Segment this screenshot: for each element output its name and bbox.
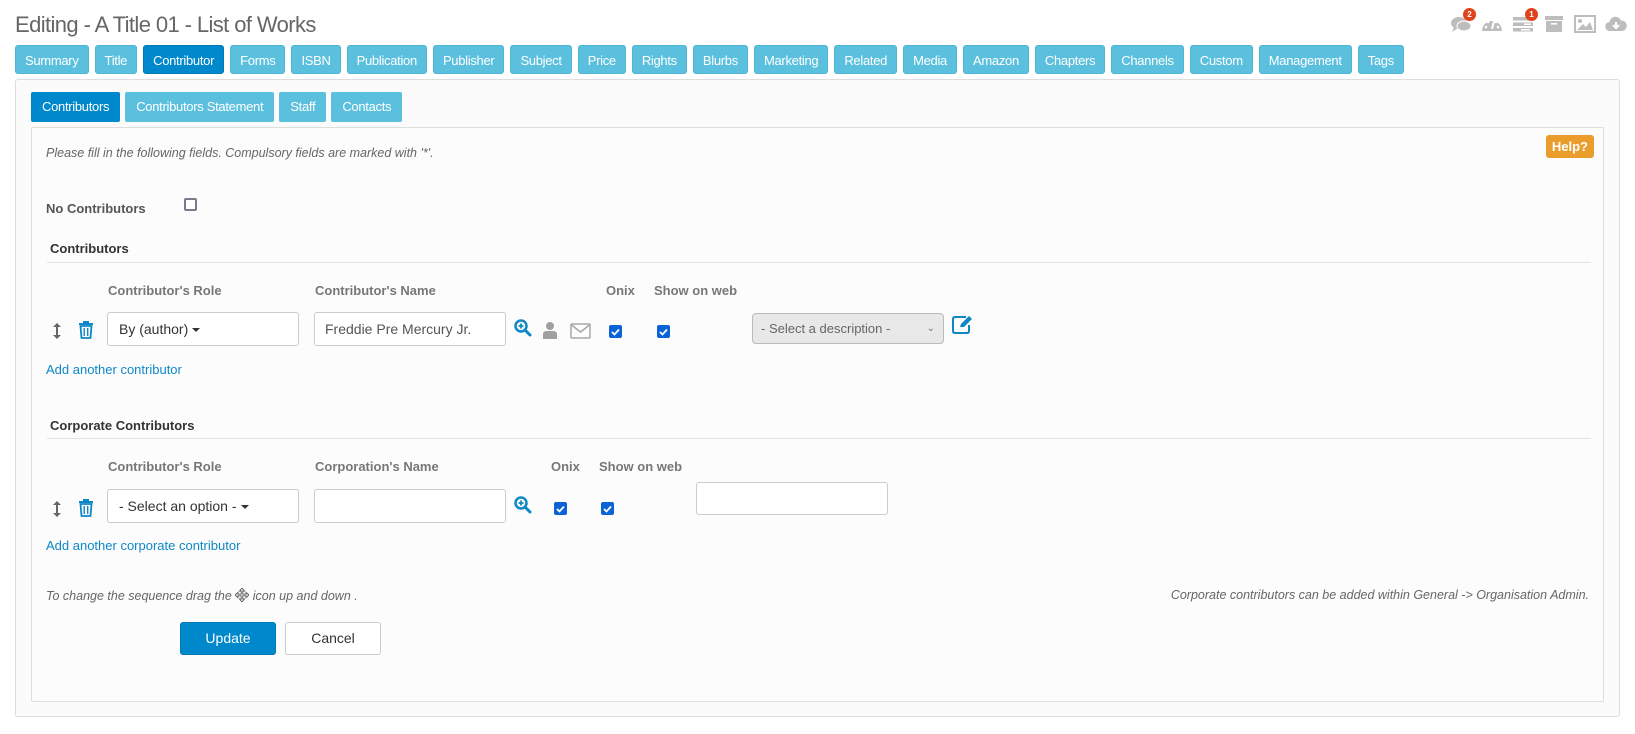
subtab-contacts[interactable]: Contacts <box>331 92 403 122</box>
corporation-name-header: Corporation's Name <box>315 459 439 474</box>
contributor-role-select[interactable]: By (author) <box>107 312 299 346</box>
archive-icon[interactable] <box>1543 14 1565 34</box>
tab-marketing[interactable]: Marketing <box>753 45 829 74</box>
contributor-panel: Contributors Contributors Statement Staf… <box>15 79 1620 717</box>
tab-contributor[interactable]: Contributor <box>143 45 225 74</box>
add-corporate-contributor-link[interactable]: Add another corporate contributor <box>46 538 240 553</box>
description-select[interactable]: - Select a description - ⌄ <box>752 313 944 344</box>
update-button[interactable]: Update <box>180 622 276 655</box>
corporate-description-input[interactable] <box>696 482 888 515</box>
tab-forms[interactable]: Forms <box>230 45 286 74</box>
help-button[interactable]: Help? <box>1545 135 1594 158</box>
subtab-contributors-statement[interactable]: Contributors Statement <box>125 92 275 122</box>
tab-price[interactable]: Price <box>577 45 626 74</box>
contributors-divider <box>47 262 1591 263</box>
cancel-button[interactable]: Cancel <box>285 622 381 655</box>
tab-publication[interactable]: Publication <box>346 45 427 74</box>
tab-rights[interactable]: Rights <box>631 45 687 74</box>
onix-checkbox[interactable] <box>609 325 622 338</box>
comments-badge: 2 <box>1463 8 1476 21</box>
page-title: Editing - A Title 01 - List of Works <box>15 12 316 37</box>
add-contributor-link[interactable]: Add another contributor <box>46 362 182 377</box>
chevron-down-icon: ⌄ <box>926 323 935 334</box>
description-value: - Select a description - <box>761 321 891 336</box>
corporate-section-title: Corporate Contributors <box>50 418 195 433</box>
search-corporation-icon[interactable] <box>514 496 532 519</box>
tab-related[interactable]: Related <box>834 45 898 74</box>
sub-tabs: Contributors Contributors Statement Staf… <box>31 92 403 122</box>
corporate-show-on-web-checkbox[interactable] <box>601 502 614 515</box>
corporate-role-header: Contributor's Role <box>108 459 222 474</box>
search-contributor-icon[interactable] <box>514 319 532 342</box>
contributor-name-header: Contributor's Name <box>315 283 436 298</box>
sequence-note: To change the sequence drag the icon up … <box>46 587 358 603</box>
subtab-contributors[interactable]: Contributors <box>31 92 121 122</box>
sequence-note-before: To change the sequence drag the <box>46 589 232 603</box>
top-toolbar: 2 1 <box>1450 8 1627 34</box>
contributors-form: Please fill in the following fields. Com… <box>31 127 1604 702</box>
cloud-download-icon[interactable] <box>1605 14 1627 34</box>
no-contributors-checkbox[interactable] <box>184 198 197 211</box>
delete-contributor-icon[interactable] <box>78 321 94 344</box>
drag-handle-icon[interactable] <box>52 322 62 345</box>
delete-corporate-icon[interactable] <box>78 499 94 522</box>
tasks-badge: 1 <box>1525 8 1538 21</box>
show-on-web-checkbox[interactable] <box>657 325 670 338</box>
corporate-divider <box>47 438 1591 439</box>
envelope-icon[interactable] <box>570 323 591 344</box>
contributor-role-header: Contributor's Role <box>108 283 222 298</box>
corporate-role-value: - Select an option - <box>119 498 237 514</box>
tab-summary[interactable]: Summary <box>15 45 89 74</box>
corporate-show-on-web-header: Show on web <box>599 459 683 474</box>
tab-subject[interactable]: Subject <box>510 45 572 74</box>
corporate-role-select[interactable]: - Select an option - <box>107 489 299 523</box>
comments-icon[interactable]: 2 <box>1450 8 1476 34</box>
caret-down-icon <box>240 505 249 510</box>
corporate-onix-header: Onix <box>551 459 580 474</box>
tab-publisher[interactable]: Publisher <box>432 45 505 74</box>
tab-blurbs[interactable]: Blurbs <box>692 45 748 74</box>
show-on-web-header: Show on web <box>654 283 738 298</box>
tab-chapters[interactable]: Chapters <box>1034 45 1106 74</box>
tab-isbn[interactable]: ISBN <box>291 45 341 74</box>
dashboard-icon[interactable] <box>1481 14 1503 34</box>
tasks-icon[interactable]: 1 <box>1512 8 1538 34</box>
move-icon <box>234 587 250 603</box>
image-icon[interactable] <box>1574 14 1596 34</box>
tab-media[interactable]: Media <box>903 45 957 74</box>
onix-header: Onix <box>606 283 635 298</box>
contributor-role-value: By (author) <box>119 321 189 337</box>
corporate-drag-handle-icon[interactable] <box>52 500 62 523</box>
person-icon[interactable] <box>542 321 558 344</box>
tab-custom[interactable]: Custom <box>1189 45 1253 74</box>
tab-channels[interactable]: Channels <box>1111 45 1184 74</box>
main-tabs: Summary Title Contributor Forms ISBN Pub… <box>15 45 1404 74</box>
edit-description-icon[interactable] <box>952 315 973 339</box>
no-contributors-label: No Contributors <box>46 201 146 216</box>
contributors-section-title: Contributors <box>50 241 129 256</box>
corporate-onix-checkbox[interactable] <box>554 502 567 515</box>
tab-management[interactable]: Management <box>1258 45 1352 74</box>
corporation-name-input[interactable] <box>314 489 506 523</box>
sequence-note-after: icon up and down . <box>252 589 358 603</box>
caret-down-icon <box>192 328 201 333</box>
tab-title[interactable]: Title <box>94 45 138 74</box>
tab-tags[interactable]: Tags <box>1357 45 1404 74</box>
subtab-staff[interactable]: Staff <box>279 92 327 122</box>
corporate-admin-note: Corporate contributors can be added with… <box>1170 588 1589 602</box>
tab-amazon[interactable]: Amazon <box>962 45 1029 74</box>
contributor-name-input[interactable] <box>314 312 506 346</box>
form-hint: Please fill in the following fields. Com… <box>46 146 434 160</box>
